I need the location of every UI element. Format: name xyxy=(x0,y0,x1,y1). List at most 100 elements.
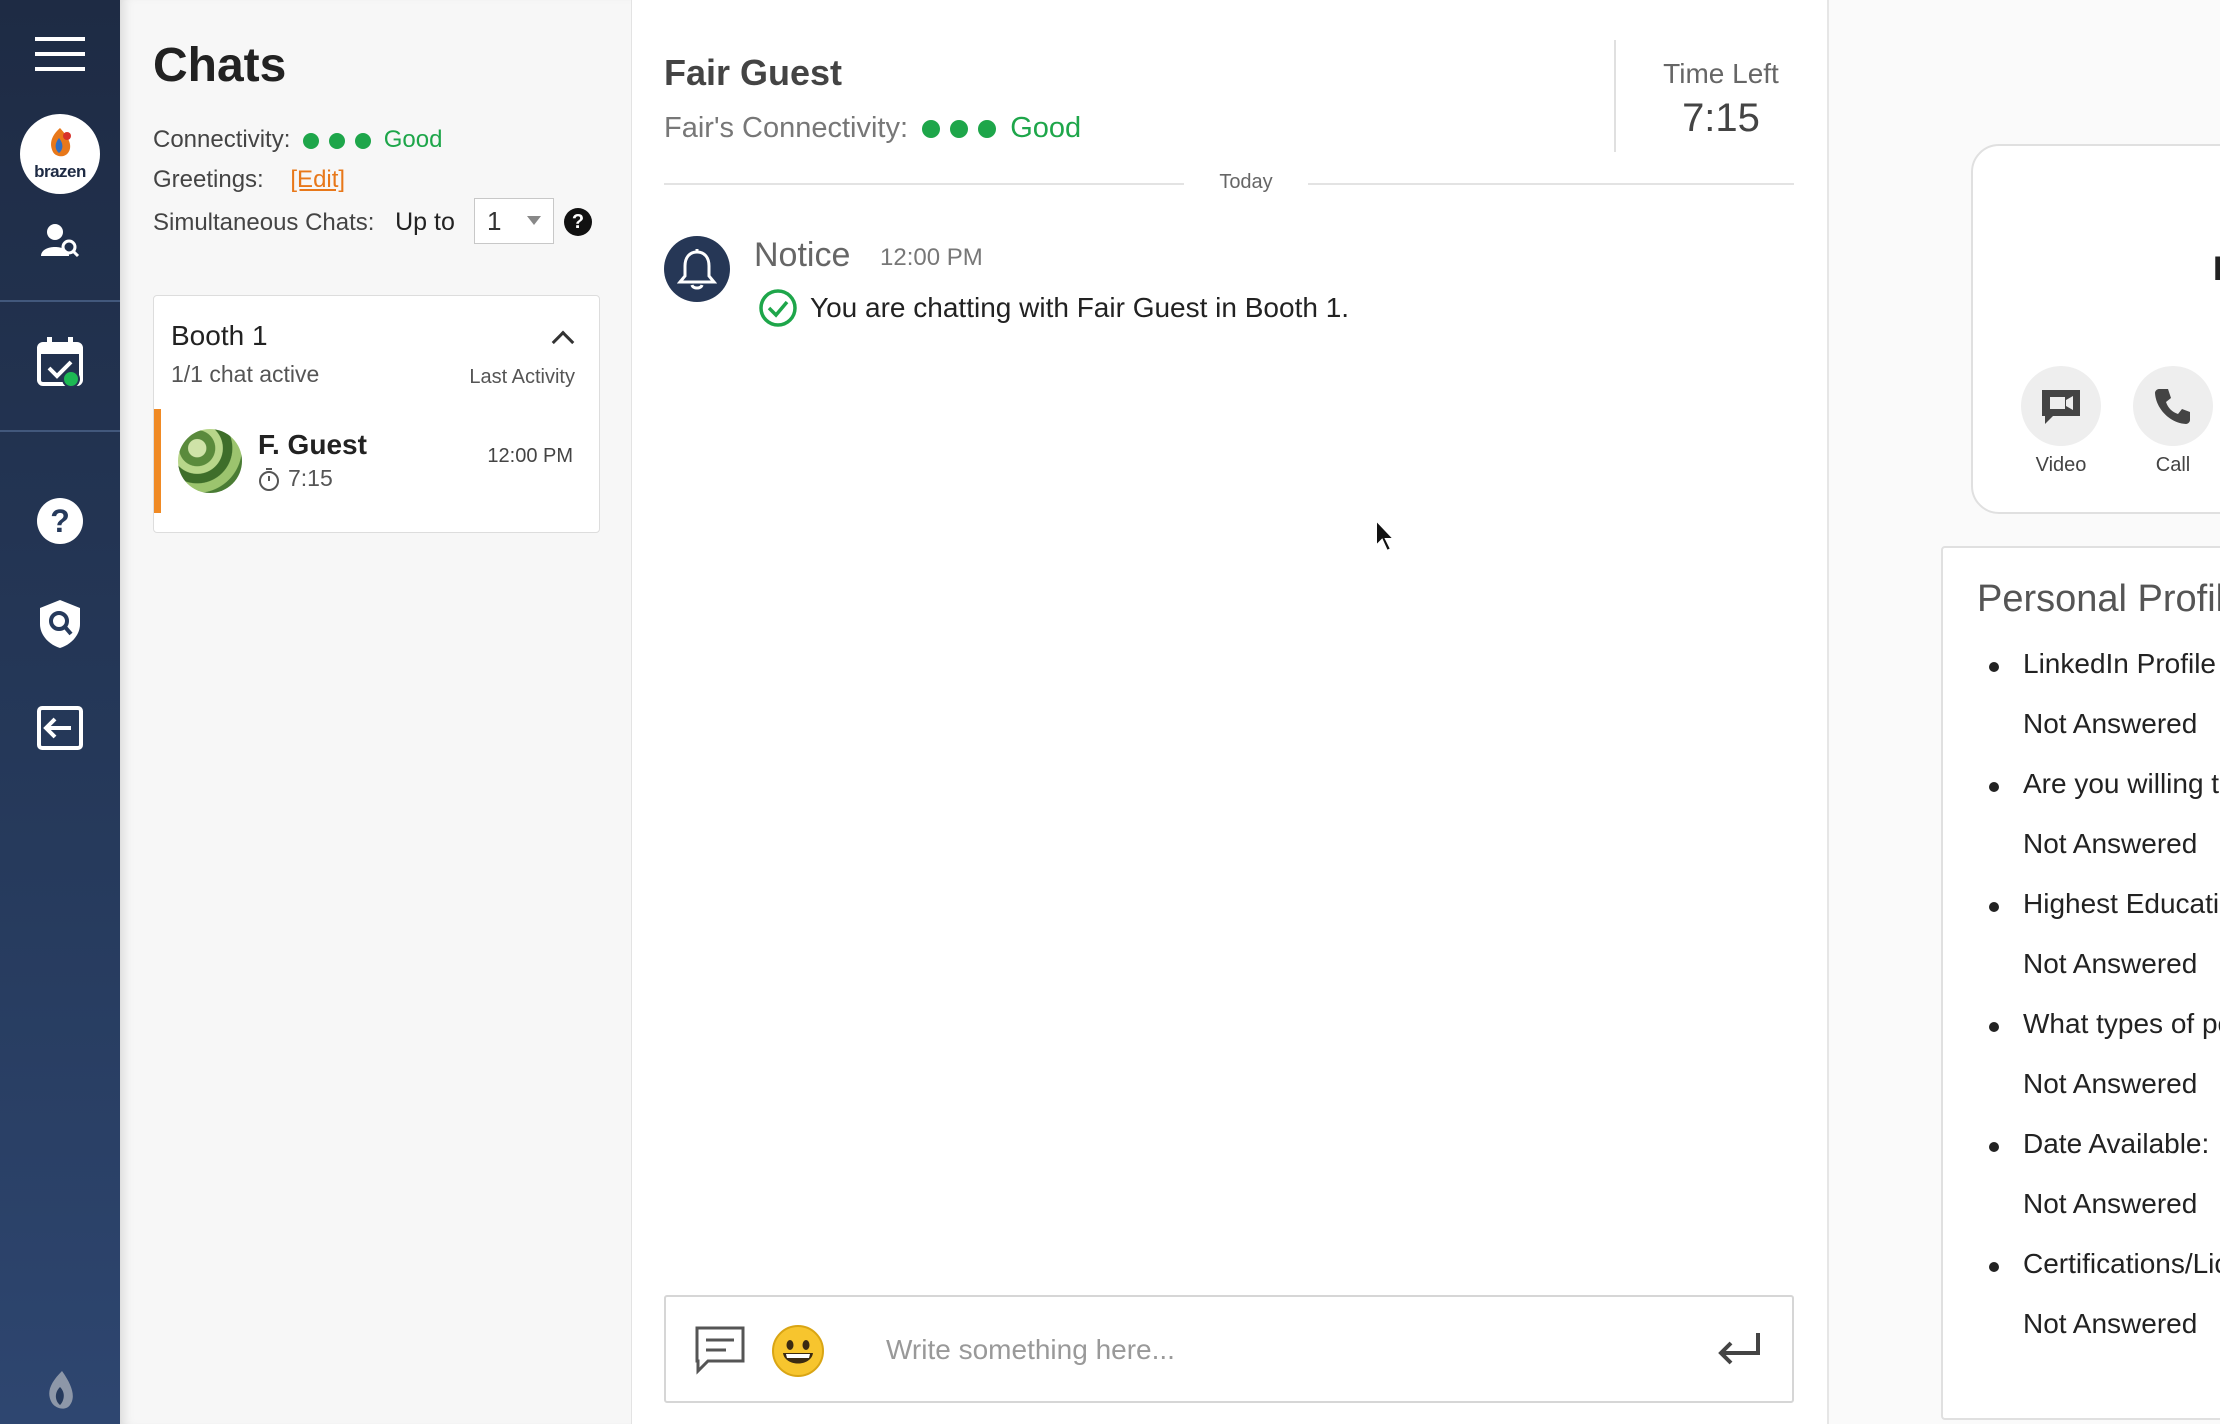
greetings-label: Greetings: xyxy=(153,166,264,193)
list-item: Certifications/License Not Answered xyxy=(1977,1248,2220,1368)
guest-timer: 7:15 xyxy=(258,465,333,492)
brazen-mark-icon[interactable] xyxy=(0,1368,120,1414)
check-circle-icon xyxy=(759,289,797,327)
profile-question: LinkedIn Profile URL: xyxy=(1989,648,2220,680)
date-divider-label: Today xyxy=(1219,171,1273,193)
profile-question: Highest Education Le xyxy=(1988,888,2220,920)
personal-profile-card: Personal Profile LinkedIn Profile URL: N… xyxy=(1941,546,2220,1420)
guest-name-initial: F xyxy=(2213,250,2220,289)
help-icon[interactable]: ? xyxy=(0,496,120,546)
profile-answer: Not Answered xyxy=(2023,828,2198,859)
logout-icon[interactable] xyxy=(0,704,120,752)
simultaneous-label: Simultaneous Chats: xyxy=(153,209,375,236)
booth-name: Booth 1 xyxy=(171,320,268,351)
guest-timer-value: 7:15 xyxy=(288,465,333,491)
profile-question: What types of positio xyxy=(1989,1008,2220,1040)
profile-question: Date Available: xyxy=(1988,1128,2210,1159)
brazen-logo[interactable]: brazen xyxy=(0,113,120,195)
greetings-edit-link[interactable]: [Edit] xyxy=(290,166,345,193)
brazen-flame-icon xyxy=(51,128,71,157)
video-button[interactable] xyxy=(2021,366,2101,446)
call-label: Call xyxy=(2155,454,2191,476)
online-status-dot xyxy=(62,370,80,388)
date-divider-line xyxy=(664,183,1184,185)
message-composer xyxy=(664,1295,1794,1403)
guest-name: F. Guest xyxy=(258,429,367,460)
active-chat-accent xyxy=(154,409,161,513)
chevron-down-icon xyxy=(527,216,541,225)
mouse-cursor-icon xyxy=(1375,518,1397,553)
bell-icon xyxy=(677,249,717,290)
chat-list-item[interactable]: F. Guest 7:15 12:00 PM xyxy=(154,409,599,519)
calendar-check-icon[interactable] xyxy=(0,334,120,388)
menu-icon[interactable] xyxy=(0,34,120,74)
message-body: You are chatting with Fair Guest in Boot… xyxy=(758,288,1349,328)
chat-bubble-icon[interactable] xyxy=(694,1325,746,1375)
booth-card: Booth 1 1/1 chat active Last Activity F.… xyxy=(153,295,600,533)
simultaneous-value: 1 xyxy=(487,205,502,236)
profile-answer: Not Answered xyxy=(2023,1188,2198,1219)
emoji-face xyxy=(783,1340,813,1364)
stopwatch-icon xyxy=(259,467,279,491)
chat-partner-name: Fair Guest xyxy=(664,52,843,93)
message-input[interactable] xyxy=(886,1327,1646,1373)
profile-answer: Not Answered xyxy=(2023,1068,2198,1099)
call-card: F Video Call xyxy=(1971,144,2220,514)
brazen-wordmark: brazen xyxy=(34,162,86,181)
partner-connectivity-status: Good xyxy=(1010,112,1082,144)
partner-connectivity-row: Fair's Connectivity: Good xyxy=(664,112,1081,145)
time-left-label: Time Left xyxy=(1663,58,1779,89)
date-divider-line xyxy=(1308,183,1794,185)
help-circle-icon[interactable]: ? xyxy=(564,208,592,236)
last-activity-label: Last Activity xyxy=(469,366,575,388)
list-item: What types of positio Not Answered xyxy=(1977,1008,2220,1128)
profile-question: Are you willing to relo xyxy=(1988,768,2220,800)
connectivity-row: Connectivity: Good xyxy=(153,126,442,154)
profile-answer: Not Answered xyxy=(2023,948,2198,979)
profile-answer: Not Answered xyxy=(2023,1308,2198,1339)
partner-connectivity-dots xyxy=(922,120,997,139)
shield-search-icon[interactable] xyxy=(0,596,120,652)
header-divider xyxy=(1614,40,1616,152)
connectivity-label: Connectivity: xyxy=(153,126,291,153)
partner-connectivity-label: Fair's Connectivity: xyxy=(664,112,909,144)
main-sidebar: brazen ? xyxy=(0,0,120,1424)
message-text: You are chatting with Fair Guest in Boot… xyxy=(810,292,1350,323)
simultaneous-select[interactable]: 1 xyxy=(474,198,554,244)
call-button[interactable] xyxy=(2133,366,2213,446)
enter-icon[interactable] xyxy=(1716,1331,1762,1367)
notice-avatar xyxy=(664,236,730,302)
connectivity-status: Good xyxy=(383,126,443,153)
phone-icon xyxy=(2155,389,2190,424)
profile-answer: Not Answered xyxy=(2023,708,2198,739)
booth-active-count: 1/1 chat active xyxy=(171,361,320,387)
guest-info-panel: F Video Call Personal Profile LinkedIn P… xyxy=(1827,0,2220,1424)
time-left-value: 7:15 xyxy=(1682,96,1760,140)
list-item: Are you willing to relo Not Answered xyxy=(1977,768,2220,888)
sidebar-divider xyxy=(0,300,120,302)
message-sender: Notice xyxy=(754,236,851,274)
emoji-icon[interactable] xyxy=(772,1325,824,1377)
chevron-up-icon[interactable] xyxy=(551,330,575,354)
list-item: LinkedIn Profile URL: Not Answered xyxy=(1977,648,2220,768)
connectivity-dots xyxy=(303,132,372,149)
message-time: 12:00 PM xyxy=(880,244,983,271)
chats-title: Chats xyxy=(153,39,287,92)
video-icon xyxy=(2042,390,2080,424)
video-label: Video xyxy=(2035,454,2087,476)
greetings-row: Greetings: [Edit] xyxy=(153,166,345,194)
guest-avatar xyxy=(178,429,242,493)
guest-last-activity-time: 12:00 PM xyxy=(487,445,573,467)
chats-panel: Chats Connectivity: Good Greetings: [Edi… xyxy=(120,0,632,1424)
sidebar-divider xyxy=(0,430,120,432)
chat-main: Fair Guest Fair's Connectivity: Good Tim… xyxy=(632,0,1827,1424)
list-item: Date Available: Not Answered xyxy=(1977,1128,2220,1248)
profile-question: Certifications/License xyxy=(1988,1248,2220,1280)
up-to-label: Up to xyxy=(395,208,455,236)
svg-text:?: ? xyxy=(50,503,70,539)
user-search-icon[interactable] xyxy=(0,220,120,260)
simultaneous-row: Simultaneous Chats: Up to xyxy=(153,208,455,237)
profile-list: LinkedIn Profile URL: Not Answered Are y… xyxy=(1977,648,2220,1368)
profile-title: Personal Profile xyxy=(1977,578,2220,620)
brazen-logo-badge: brazen xyxy=(20,114,100,194)
